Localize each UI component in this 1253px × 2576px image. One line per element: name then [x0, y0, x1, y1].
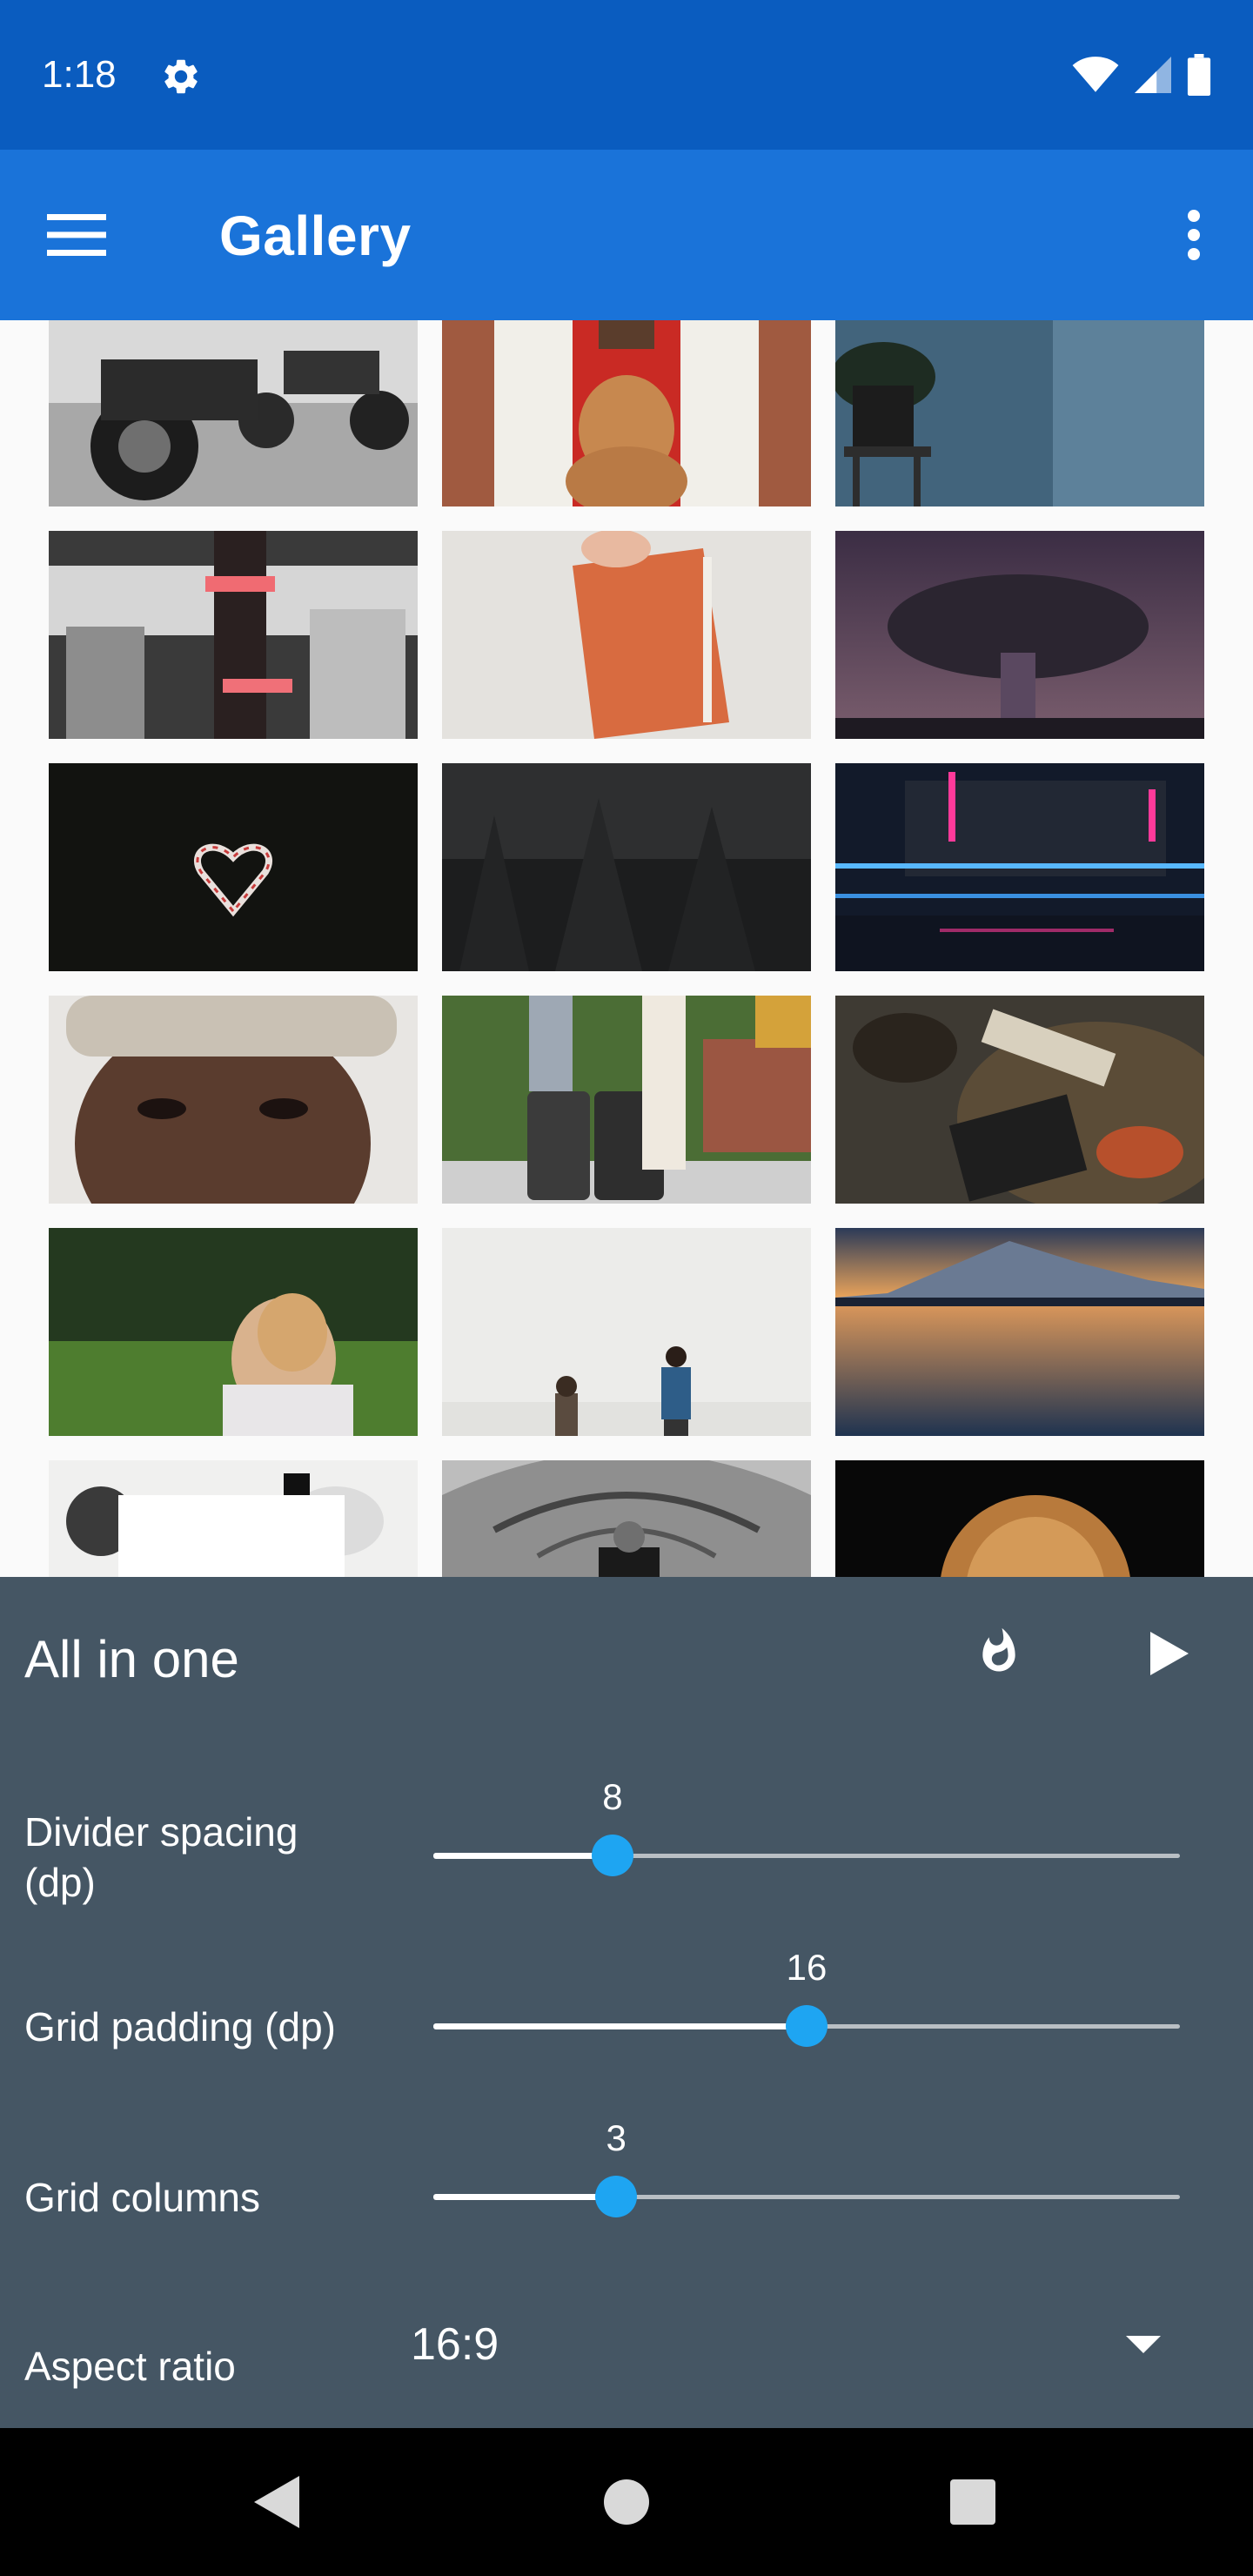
- gallery-image-dried-flower[interactable]: [835, 1460, 1204, 1577]
- gallery-image-woman-grass[interactable]: [49, 1228, 418, 1436]
- status-icons: [1072, 54, 1211, 96]
- gallery-image-mountain-lake[interactable]: [835, 1228, 1204, 1436]
- status-time: 1:18: [42, 53, 117, 96]
- cell-signal-icon: [1135, 57, 1171, 93]
- gallery-image-suitcases[interactable]: [442, 996, 811, 1204]
- back-button[interactable]: [233, 2459, 320, 2546]
- play-button[interactable]: [1128, 1612, 1211, 1695]
- aspect-ratio-select[interactable]: 16:9: [411, 2317, 499, 2372]
- home-icon: [604, 2479, 649, 2525]
- app-title: Gallery: [219, 205, 412, 267]
- slider-thumb[interactable]: [595, 2176, 638, 2217]
- wifi-icon: [1072, 57, 1119, 92]
- gallery-image-candy-heart[interactable]: [49, 763, 418, 971]
- gallery-image-tea-table[interactable]: [835, 996, 1204, 1204]
- divider-spacing-label: Divider spacing (dp): [24, 1809, 298, 1905]
- more-vertical-icon: [1188, 210, 1200, 260]
- image-grid[interactable]: [0, 320, 1253, 1577]
- gallery-image-desk[interactable]: [49, 1460, 418, 1577]
- gallery-image-forest[interactable]: [442, 763, 811, 971]
- gallery-image-couple[interactable]: [442, 1228, 811, 1436]
- slider-thumb[interactable]: [786, 2005, 828, 2047]
- menu-button[interactable]: [35, 193, 118, 277]
- fire-button[interactable]: [957, 1612, 1041, 1695]
- slider-value: 8: [602, 1776, 623, 1817]
- settings-gear-icon: [164, 59, 198, 94]
- hamburger-menu-icon: [47, 214, 106, 256]
- gallery-image-plant[interactable]: [835, 320, 1204, 506]
- gallery-image-neon-building[interactable]: [835, 763, 1204, 971]
- recents-button[interactable]: [929, 2459, 1016, 2546]
- panel-title: All in one: [24, 1630, 239, 1688]
- gallery-image-motorcycles[interactable]: [49, 320, 418, 506]
- gallery-image-gym[interactable]: [49, 531, 418, 739]
- system-nav-bar: [0, 2428, 1253, 2576]
- gallery-image-portrait[interactable]: [49, 996, 418, 1204]
- control-panel: All in one Divider spacing (dp) 8 Grid p…: [0, 1577, 1253, 2428]
- slider-fill: [433, 2023, 807, 2029]
- overflow-menu-button[interactable]: [1152, 193, 1236, 277]
- play-icon: [1150, 1632, 1189, 1675]
- slider-value: 16: [786, 1947, 828, 1988]
- gallery-image-star-tree[interactable]: [835, 531, 1204, 739]
- chevron-down-icon[interactable]: [1122, 2327, 1164, 2362]
- slider-thumb[interactable]: [591, 1835, 633, 1876]
- back-icon: [254, 2476, 299, 2528]
- grid-columns-slider[interactable]: 3: [433, 2117, 1180, 2231]
- gallery-image-dog-door[interactable]: [442, 320, 811, 506]
- gallery-image-notebook[interactable]: [442, 531, 811, 739]
- battery-icon: [1187, 54, 1211, 96]
- home-button[interactable]: [583, 2459, 670, 2546]
- slider-value: 3: [606, 2117, 626, 2158]
- gallery-image-fenced-walkway[interactable]: [442, 1460, 811, 1577]
- divider-spacing-slider[interactable]: 8: [433, 1776, 1180, 1890]
- grid-padding-slider[interactable]: 16: [433, 1947, 1180, 2061]
- status-bar: 1:18: [0, 0, 1253, 150]
- slider-fill: [433, 1853, 613, 1859]
- aspect-ratio-label: Aspect ratio: [24, 2344, 236, 2389]
- recents-icon: [950, 2479, 995, 2525]
- grid-columns-label: Grid columns: [24, 2175, 260, 2220]
- app-bar: Gallery: [0, 150, 1253, 320]
- fire-icon: [982, 1627, 1015, 1672]
- slider-fill: [433, 2194, 617, 2200]
- grid-padding-label: Grid padding (dp): [24, 2004, 336, 2049]
